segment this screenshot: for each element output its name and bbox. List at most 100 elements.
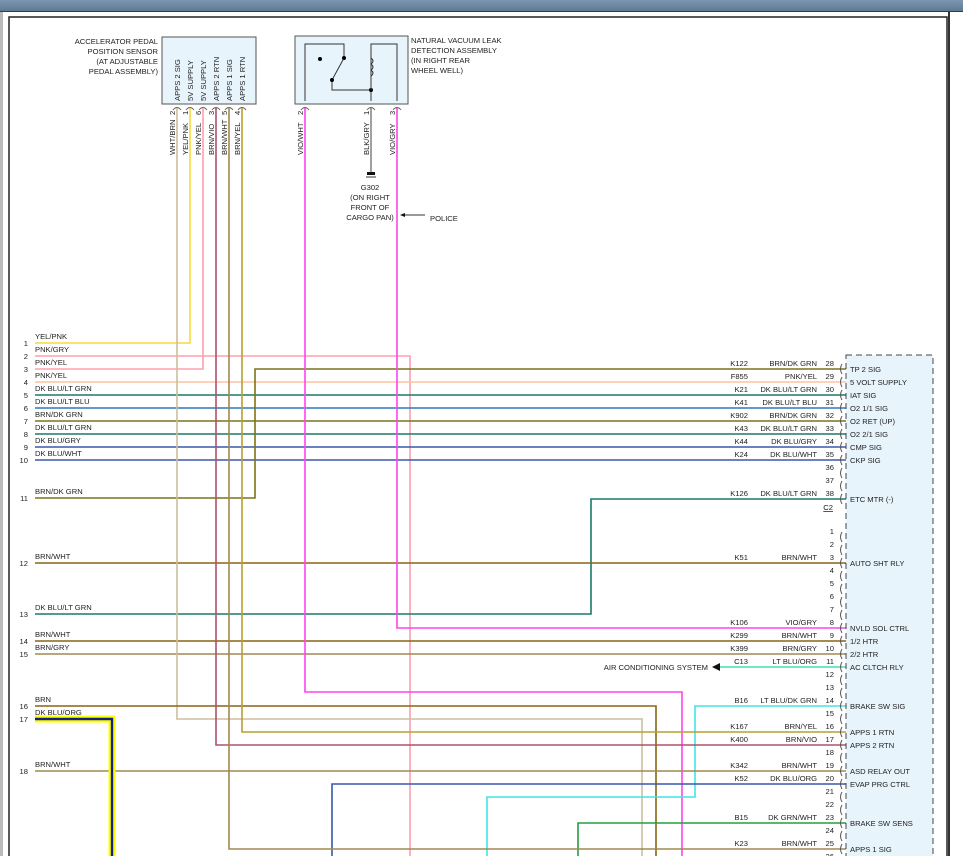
pcm-wire-color: BRN/GRY	[783, 644, 817, 653]
pcm-circuit-id: K21	[734, 385, 748, 394]
wire-k106	[396, 108, 846, 629]
pcm-pin-function: IAT SIG	[850, 391, 876, 400]
connector-c2-label: C2	[823, 503, 833, 512]
left-cavity-number: 9	[24, 443, 28, 452]
left-wire-color: BRN	[35, 695, 51, 704]
apps-pin-number: 6	[194, 111, 203, 115]
nvld-assembly-box	[294, 35, 409, 105]
pcm-wire-color: DK BLU/WHT	[770, 450, 817, 459]
pcm-pin-function: 5 VOLT SUPPLY	[850, 378, 907, 387]
nvld-pin-number: 1	[362, 111, 371, 115]
pcm-pin-function: EVAP PRG CTRL	[850, 780, 910, 789]
ground-label: CARGO PAN)	[346, 213, 394, 222]
pcm-wire-color: BRN/WHT	[782, 761, 818, 770]
pcm-wire-color: BRN/VIO	[786, 735, 817, 744]
wire-brn	[35, 705, 657, 856]
left-cavity-number: 16	[20, 702, 28, 711]
apps-wire-color: YEL/PNK	[181, 123, 190, 155]
connector-terminal-icon	[840, 674, 843, 686]
pcm-pin-function: APPS 2 RTN	[850, 741, 894, 750]
left-wire-color: BRN/DK GRN	[35, 487, 83, 496]
nvld-pin-number: 2	[296, 111, 305, 115]
pcm-pin-function: AC CLTCH RLY	[850, 663, 904, 672]
connector-terminal-icon	[840, 467, 843, 479]
pcm-pin-number: 36	[826, 463, 834, 472]
pcm-wire-color: DK BLU/LT BLU	[762, 398, 817, 407]
nvld-wire-color: VIO/GRY	[388, 123, 397, 155]
pcm-pin-number: 34	[826, 437, 834, 446]
wire-k23	[228, 108, 846, 850]
pcm-wire-color: BRN/DK GRN	[769, 359, 817, 368]
arrow-left-icon	[712, 663, 720, 671]
apps-sensor-title: POSITION SENSOR	[88, 47, 159, 56]
pcm-wire-color: BRN/WHT	[782, 839, 818, 848]
pcm-pin-function: BRAKE SW SENS	[850, 819, 913, 828]
apps-sensor-title: PEDAL ASSEMBLY)	[89, 67, 159, 76]
nvld-title: NATURAL VACUUM LEAK	[411, 36, 502, 45]
pcm-wire-color: PNK/YEL	[785, 372, 817, 381]
pcm-circuit-id: K342	[730, 761, 748, 770]
pcm-pin-number: 19	[826, 761, 834, 770]
left-wire-color: DK BLU/LT GRN	[35, 384, 92, 393]
connector-terminal-icon	[840, 570, 843, 582]
pcm-wire-color: LT BLU/ORG	[773, 657, 818, 666]
pcm-pin-number: 15	[826, 709, 834, 718]
pcm-pin-function: 1/2 HTR	[850, 637, 879, 646]
connector-terminal-icon	[840, 687, 843, 699]
pcm-pin-number: 11	[826, 657, 834, 666]
apps-pin-number: 5	[220, 111, 229, 115]
left-wire-color: BRN/WHT	[35, 630, 71, 639]
pcm-circuit-id: K23	[734, 839, 748, 848]
nvld-title: (IN RIGHT REAR	[411, 56, 470, 65]
apps-pin-function: APPS 1 SIG	[225, 59, 234, 101]
left-cavity-number: 13	[20, 610, 28, 619]
pcm-circuit-id: K52	[734, 774, 748, 783]
left-cavity-number: 12	[20, 559, 28, 568]
wire-k400	[215, 108, 846, 746]
connector-terminal-icon	[840, 713, 843, 725]
pcm-wire-color: LT BLU/DK GRN	[760, 696, 817, 705]
left-cavity-number: 18	[20, 767, 28, 776]
apps-pin-function: APPS 1 RTN	[238, 57, 247, 101]
pcm-pin-number: 21	[826, 787, 834, 796]
left-cavity-number: 5	[24, 391, 28, 400]
left-wire-color: BRN/DK GRN	[35, 410, 83, 419]
apps-wire-color: WHT/BRN	[168, 120, 177, 155]
apps-pin-function: APPS 2 RTN	[212, 57, 221, 101]
apps-pin-number: 1	[181, 111, 190, 115]
pcm-wire-color: BRN/WHT	[782, 553, 818, 562]
pcm-pin-number: 31	[826, 398, 834, 407]
switch-contact-icon	[342, 56, 346, 60]
pcm-pin-function: AUTO SHT RLY	[850, 559, 904, 568]
pcm-wire-color: BRN/DK GRN	[769, 411, 817, 420]
pcm-wire-color: DK GRN/WHT	[768, 813, 817, 822]
left-cavity-number: 17	[20, 715, 28, 724]
left-cavity-number: 14	[20, 637, 28, 646]
pcm-pin-function: CMP SIG	[850, 443, 882, 452]
left-wire-color: BRN/GRY	[35, 643, 69, 652]
pcm-pin-number: 33	[826, 424, 834, 433]
apps-wire-color: BRN/VIO	[207, 124, 216, 155]
highlighted-wire	[35, 715, 116, 856]
ground-label: (ON RIGHT	[350, 193, 390, 202]
apps-pin-number: 2	[168, 111, 177, 115]
connector-terminal-icon	[840, 596, 843, 608]
left-wire-color: DK BLU/LT BLU	[35, 397, 90, 406]
pcm-wire-color: VIO/GRY	[785, 618, 817, 627]
arrow-left-icon	[400, 213, 405, 217]
pcm-circuit-id: K400	[730, 735, 748, 744]
pcm-pin-number: 4	[830, 566, 834, 575]
apps-pin-function: 5V SUPPLY	[199, 60, 208, 101]
pcm-pin-number: 5	[830, 579, 834, 588]
pcm-circuit-id: K122	[730, 359, 748, 368]
apps-wire-color: BRN/WHT	[220, 119, 229, 155]
ac-system-label: AIR CONDITIONING SYSTEM	[604, 663, 708, 672]
pcm-pin-number: 6	[830, 592, 834, 601]
apps-pin-function: 5V SUPPLY	[186, 60, 195, 101]
switch-contact-icon	[318, 57, 322, 61]
apps-pin-function: APPS 2 SIG	[173, 59, 182, 101]
pcm-pin-function: 2/2 HTR	[850, 650, 879, 659]
left-wire-color: DK BLU/WHT	[35, 449, 82, 458]
nvld-pin-number: 3	[388, 111, 397, 115]
pcm-pin-function: TP 2 SIG	[850, 365, 881, 374]
